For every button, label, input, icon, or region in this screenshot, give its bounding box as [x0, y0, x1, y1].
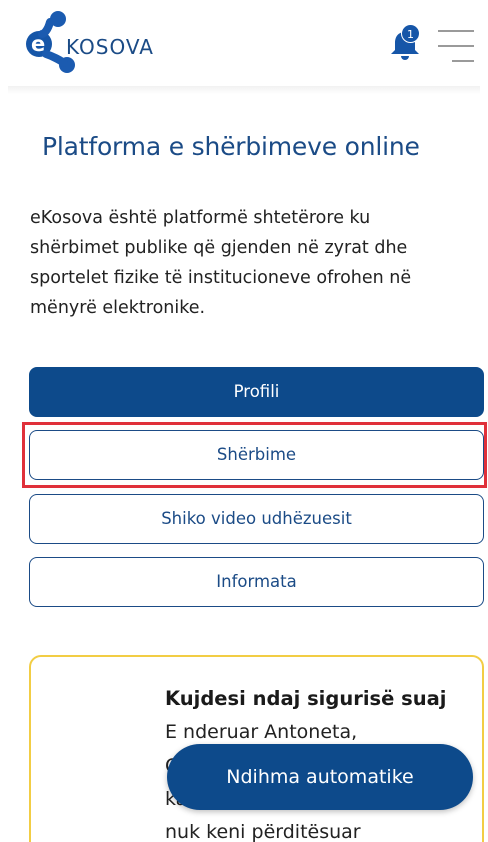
- hamburger-menu-button[interactable]: [438, 30, 474, 64]
- logo-wordmark: KOSOVA: [66, 35, 154, 59]
- notice-title: Kujdesi ndaj sigurisë suaj: [165, 687, 447, 710]
- notice-greeting: E nderuar Antoneta,: [165, 721, 358, 743]
- services-button[interactable]: Shërbime: [29, 430, 484, 480]
- notifications-button[interactable]: 1: [388, 24, 422, 62]
- intro-line: eKosova është platformë shtetërore ku: [30, 208, 371, 228]
- hamburger-menu-icon: [438, 30, 474, 32]
- intro-line: mënyrë elektronike.: [30, 298, 206, 318]
- intro-line: sportelet fizike të institucioneve ofroh…: [30, 268, 412, 288]
- information-button[interactable]: Informata: [29, 557, 484, 607]
- ekosova-logo[interactable]: e KOSOVA: [26, 10, 176, 74]
- ekosova-home-page: e KOSOVA 1 Platforma e shërbimeve online…: [0, 0, 488, 842]
- notice-line: nuk keni përditësuar: [165, 821, 361, 842]
- top-header: e KOSOVA 1: [0, 0, 488, 88]
- intro-line: shërbimet publike që gjenden në zyrat dh…: [30, 238, 408, 258]
- header-divider: [8, 86, 480, 94]
- menu-line-bottom: [452, 60, 474, 62]
- profile-button[interactable]: Profili: [29, 367, 484, 417]
- svg-text:e: e: [31, 32, 45, 56]
- intro-text: eKosova është platformë shtetërore ku sh…: [30, 203, 464, 323]
- video-guides-button[interactable]: Shiko video udhëzuesit: [29, 494, 484, 544]
- page-title: Platforma e shërbimeve online: [42, 132, 420, 161]
- automatic-help-button[interactable]: Ndihma automatike: [167, 744, 473, 810]
- notification-count-badge: 1: [401, 24, 420, 43]
- menu-line-middle: [438, 45, 474, 47]
